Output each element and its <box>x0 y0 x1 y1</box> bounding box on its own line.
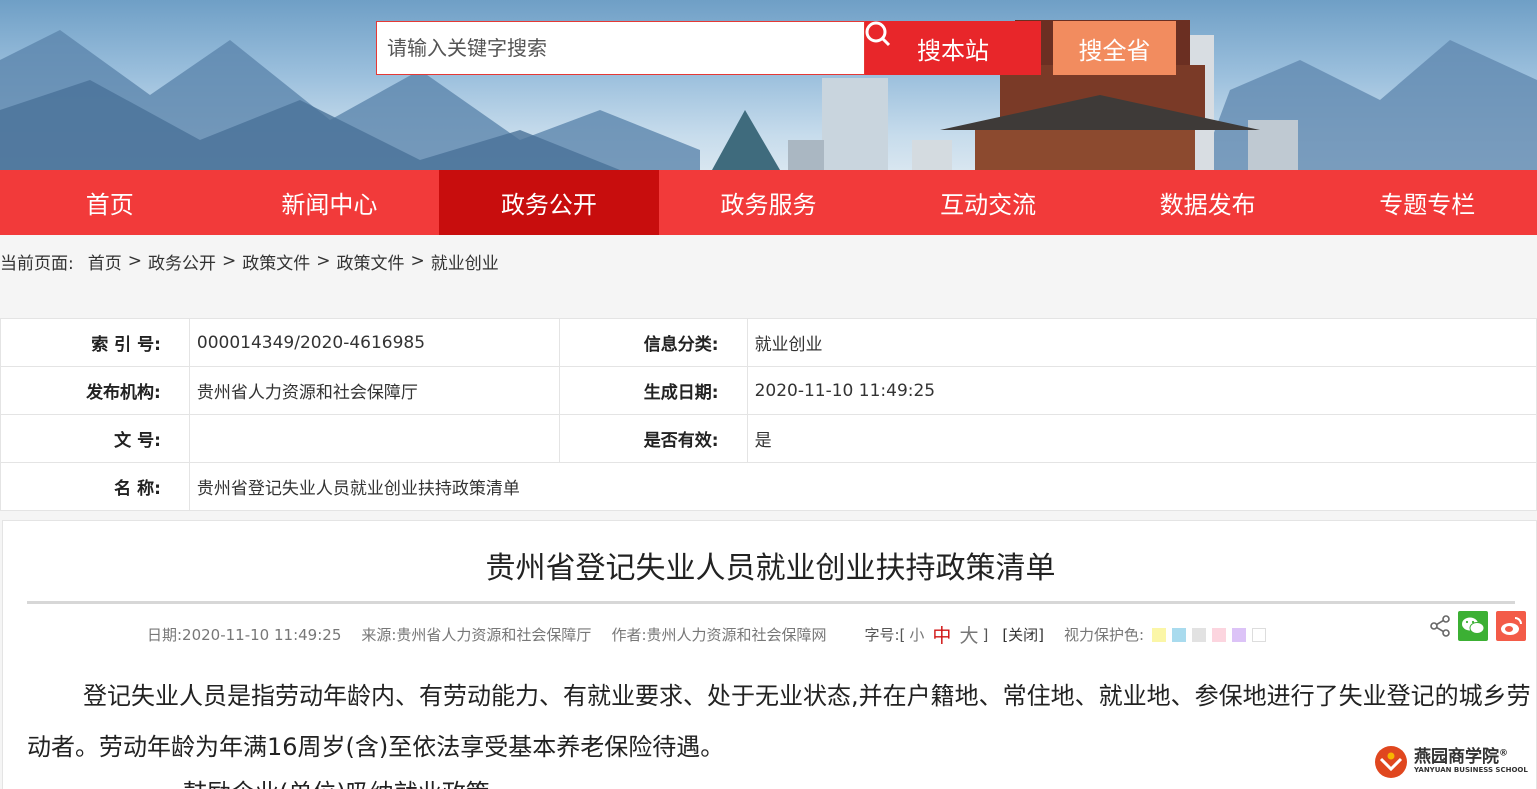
breadcrumb-policy-docs[interactable]: 政策文件 <box>242 249 310 274</box>
eye-color-gray[interactable] <box>1192 627 1207 642</box>
breadcrumb-policy-docs-2[interactable]: 政策文件 <box>336 249 404 274</box>
header-banner: 搜本站 搜全省 <box>0 0 1537 170</box>
eye-color-white[interactable] <box>1252 627 1267 642</box>
font-size-medium[interactable]: 中 <box>932 621 951 648</box>
index-key: 索 引 号: <box>0 318 190 367</box>
document-info-table: 索 引 号: 000014349/2020-4616985 信息分类: 就业创业… <box>0 318 1537 511</box>
nav-item-interaction[interactable]: 互动交流 <box>878 170 1098 235</box>
issuer-value: 贵州省人力资源和社会保障厅 <box>188 366 560 415</box>
breadcrumb-separator: > <box>410 251 425 271</box>
nav-item-data[interactable]: 数据发布 <box>1098 170 1318 235</box>
font-size-large[interactable]: 大 <box>959 621 978 648</box>
wechat-icon[interactable] <box>1458 611 1488 641</box>
nav-item-gov-affairs[interactable]: 政务公开 <box>439 170 659 235</box>
valid-value: 是 <box>746 414 1537 463</box>
article-title: 贵州省登记失业人员就业创业扶持政策清单 <box>485 551 1056 586</box>
font-size-label: 字号:[ <box>864 626 906 644</box>
breadcrumb-home[interactable]: 首页 <box>88 249 122 274</box>
nav-item-home[interactable]: 首页 <box>0 170 220 235</box>
article-source: 来源:贵州省人力资源和社会保障厅 <box>361 626 592 644</box>
breadcrumb-separator: > <box>221 251 237 271</box>
breadcrumb-employment[interactable]: 就业创业 <box>431 249 499 274</box>
font-size-end: ] <box>982 625 989 644</box>
eye-color-yellow[interactable] <box>1152 627 1167 642</box>
search-icon <box>865 21 891 47</box>
nav-item-news[interactable]: 新闻中心 <box>220 170 440 235</box>
table-row: 名 称: 贵州省登记失业人员就业创业扶持政策清单 <box>0 462 1537 511</box>
nav-item-gov-services[interactable]: 政务服务 <box>659 170 879 235</box>
breadcrumb-separator: > <box>127 251 142 271</box>
font-size-small[interactable]: 小 <box>909 624 924 645</box>
article-paragraph: 登记失业人员是指劳动年龄内、有劳动能力、有就业要求、处于无业状态,并在户籍地、常… <box>27 682 1531 761</box>
article-meta: 日期:2020-11-10 11:49:25 来源:贵州省人力资源和社会保障厅 … <box>147 621 1272 648</box>
issuer-key: 发布机构: <box>0 366 190 415</box>
docno-key: 文 号: <box>0 414 190 463</box>
yanyuan-logo-icon <box>1375 746 1407 778</box>
category-key: 信息分类: <box>558 318 748 367</box>
search-site-label: 搜本站 <box>917 36 989 65</box>
article-subheading: 一、鼓励企业(单位)吸纳就业政策 <box>135 773 490 789</box>
eye-protect-label: 视力保护色: <box>1064 626 1145 644</box>
watermark-en: YANYUAN BUSINESS SCHOOL <box>1414 766 1528 775</box>
article-date: 日期:2020-11-10 11:49:25 <box>147 626 342 644</box>
nav-item-topics[interactable]: 专题专栏 <box>1317 170 1537 235</box>
title-divider <box>27 601 1515 604</box>
table-row: 索 引 号: 000014349/2020-4616985 信息分类: 就业创业 <box>0 318 1537 367</box>
search-province-label: 搜全省 <box>1078 36 1151 65</box>
breadcrumb: 当前页面: 首页 > 政务公开 > 政策文件 > 政策文件 > 就业创业 <box>0 248 499 274</box>
article-author: 作者:贵州人力资源和社会保障网 <box>611 626 827 644</box>
table-row: 发布机构: 贵州省人力资源和社会保障厅 生成日期: 2020-11-10 11:… <box>0 366 1537 415</box>
search-input[interactable] <box>376 21 865 75</box>
search-province-button[interactable]: 搜全省 <box>1053 21 1176 75</box>
breadcrumb-label: 当前页面: <box>0 253 74 274</box>
search-site-button[interactable]: 搜本站 <box>865 21 1041 75</box>
category-value: 就业创业 <box>746 318 1537 367</box>
name-value: 贵州省登记失业人员就业创业扶持政策清单 <box>188 462 1537 511</box>
breadcrumb-gov-affairs[interactable]: 政务公开 <box>148 249 216 274</box>
docno-value <box>188 414 560 463</box>
index-value: 000014349/2020-4616985 <box>188 318 560 367</box>
close-link[interactable]: [关闭] <box>1002 624 1044 645</box>
watermark-reg: ® <box>1499 748 1508 759</box>
eye-color-pink[interactable] <box>1212 627 1227 642</box>
main-nav: 首页 新闻中心 政务公开 政务服务 互动交流 数据发布 专题专栏 <box>0 170 1537 235</box>
eye-color-blue[interactable] <box>1172 627 1187 642</box>
breadcrumb-separator: > <box>316 251 331 271</box>
eye-color-purple[interactable] <box>1232 627 1247 642</box>
date-value: 2020-11-10 11:49:25 <box>746 366 1537 415</box>
date-key: 生成日期: <box>558 366 748 415</box>
watermark-cn: 燕园商学院 <box>1414 747 1499 768</box>
watermark-logo: 燕园商学院® YANYUAN BUSINESS SCHOOL <box>1374 742 1534 782</box>
name-key: 名 称: <box>0 462 190 511</box>
share-icon[interactable] <box>1429 615 1451 637</box>
article: 贵州省登记失业人员就业创业扶持政策清单 日期:2020-11-10 11:49:… <box>2 520 1537 789</box>
weibo-icon[interactable] <box>1496 611 1526 641</box>
table-row: 文 号: 是否有效: 是 <box>0 414 1537 463</box>
valid-key: 是否有效: <box>558 414 748 463</box>
